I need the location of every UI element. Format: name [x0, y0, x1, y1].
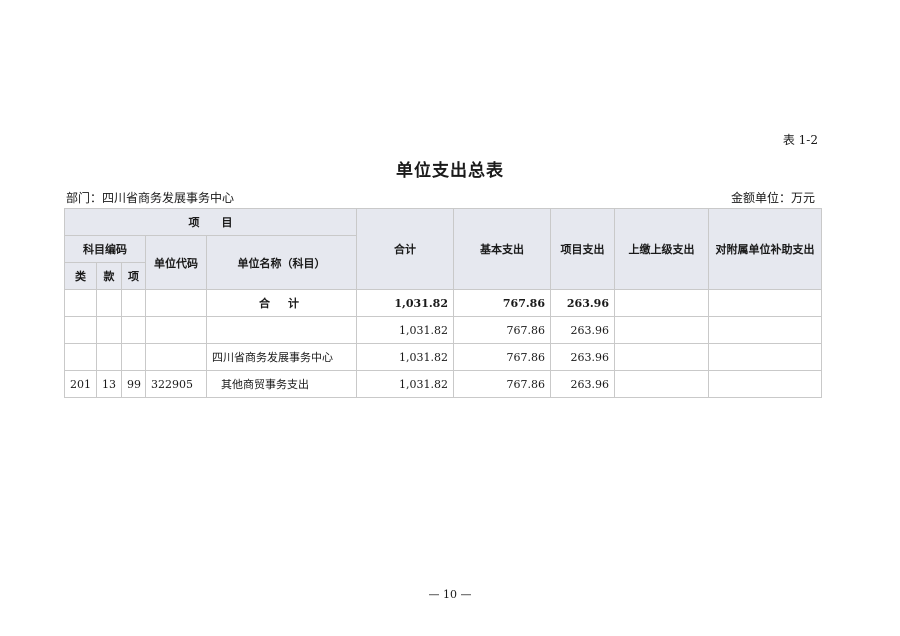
- table-row: 四川省商务发展事务中心 1,031.82 767.86 263.96: [64, 343, 822, 371]
- cell-project: 263.96: [550, 370, 615, 398]
- table-row: 合计 1,031.82 767.86 263.96: [64, 289, 822, 317]
- cell-project: 263.96: [550, 316, 615, 344]
- header-item: 项 目: [64, 208, 357, 236]
- header-total: 合计: [356, 208, 454, 290]
- cell-section: [96, 316, 122, 344]
- cell-item: 99: [121, 370, 146, 398]
- page-title: 单位支出总表: [396, 161, 504, 181]
- cell-project: 263.96: [550, 343, 615, 371]
- cell-unit-code: [145, 316, 207, 344]
- table-row: 201 13 99 322905 其他商贸事务支出 1,031.82 767.8…: [64, 370, 822, 398]
- amount-unit-label: 金额单位：万元: [730, 191, 815, 205]
- cell-section: [96, 343, 122, 371]
- cell-item: [121, 316, 146, 344]
- cell-unit-name: 四川省商务发展事务中心: [206, 343, 357, 371]
- cell-basic: 767.86: [453, 343, 551, 371]
- cell-upper: [614, 316, 709, 344]
- header-section: 款: [96, 262, 122, 290]
- cell-unit-code: [145, 289, 207, 317]
- cell-subsidy: [708, 289, 822, 317]
- cell-class: [64, 316, 97, 344]
- cell-subsidy: [708, 370, 822, 398]
- cell-upper: [614, 289, 709, 317]
- cell-unit-name: 其他商贸事务支出: [206, 370, 357, 398]
- header-unit-name: 单位名称（科目）: [206, 235, 357, 290]
- cell-total: 1,031.82: [356, 370, 454, 398]
- cell-basic: 767.86: [453, 370, 551, 398]
- cell-basic: 767.86: [453, 289, 551, 317]
- cell-subsidy: [708, 343, 822, 371]
- cell-upper: [614, 343, 709, 371]
- cell-class: [64, 343, 97, 371]
- cell-unit-code: [145, 343, 207, 371]
- cell-total: 1,031.82: [356, 316, 454, 344]
- cell-upper: [614, 370, 709, 398]
- header-subject-code: 科目编码: [64, 235, 146, 263]
- page-number: — 10 —: [428, 588, 472, 601]
- cell-subsidy: [708, 316, 822, 344]
- table-row: 1,031.82 767.86 263.96: [64, 316, 822, 344]
- header-subsidy: 对附属单位补助支出: [708, 208, 822, 290]
- cell-class: 201: [64, 370, 97, 398]
- table-number: 表 1-2: [782, 133, 818, 147]
- header-unit-code: 单位代码: [145, 235, 207, 290]
- cell-unit-name: [206, 316, 357, 344]
- header-project-expenditure: 项目支出: [550, 208, 615, 290]
- cell-section: [96, 289, 122, 317]
- cell-class: [64, 289, 97, 317]
- department-label: 部门：四川省商务发展事务中心: [66, 191, 235, 205]
- expenditure-table: 项 目 合计 基本支出 项目支出 上缴上级支出 对附属单位补助支出 科目编码 单…: [64, 208, 822, 398]
- header-basic-expenditure: 基本支出: [453, 208, 551, 290]
- cell-project: 263.96: [550, 289, 615, 317]
- header-item-code: 项: [121, 262, 146, 290]
- cell-basic: 767.86: [453, 316, 551, 344]
- cell-unit-code: 322905: [145, 370, 207, 398]
- header-upper-payment: 上缴上级支出: [614, 208, 709, 290]
- cell-item: [121, 343, 146, 371]
- cell-total: 1,031.82: [356, 289, 454, 317]
- cell-unit-name: 合计: [206, 289, 357, 317]
- cell-item: [121, 289, 146, 317]
- cell-total: 1,031.82: [356, 343, 454, 371]
- cell-section: 13: [96, 370, 122, 398]
- header-class: 类: [64, 262, 97, 290]
